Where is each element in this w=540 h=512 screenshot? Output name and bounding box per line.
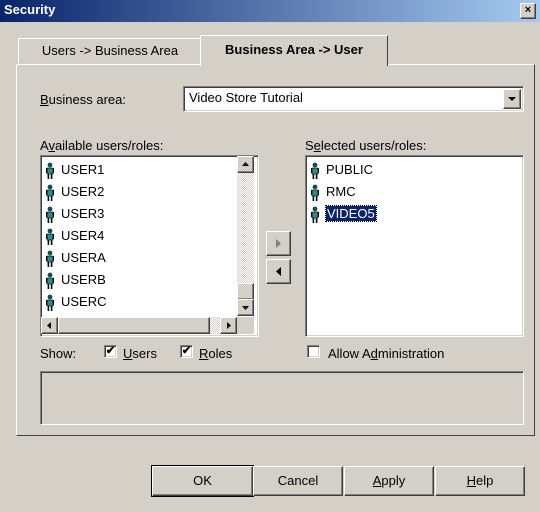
add-button[interactable] bbox=[266, 231, 291, 256]
check-icon: ✔ bbox=[181, 345, 192, 357]
user-icon bbox=[45, 272, 61, 289]
user-icon bbox=[45, 228, 61, 245]
title-bar[interactable] bbox=[0, 0, 540, 22]
list-item[interactable]: USER1 bbox=[45, 159, 104, 181]
list-item-label: USERA bbox=[61, 250, 106, 265]
users-checkbox-label: Users bbox=[123, 346, 157, 361]
apply-button[interactable]: Apply bbox=[344, 466, 434, 496]
selected-label: Selected users/roles: bbox=[305, 138, 427, 153]
list-item-label: USER2 bbox=[61, 184, 105, 199]
close-icon: × bbox=[524, 4, 532, 16]
users-checkbox[interactable]: ✔ bbox=[104, 345, 117, 358]
arrow-down-icon bbox=[242, 306, 249, 310]
window-title: Security bbox=[4, 2, 56, 17]
arrow-right-icon bbox=[227, 322, 231, 329]
list-item-label: RMC bbox=[326, 184, 356, 199]
list-item-label: USERB bbox=[61, 272, 106, 287]
arrow-left-icon bbox=[47, 322, 51, 329]
list-item[interactable]: RMC bbox=[310, 181, 356, 203]
vertical-scrollbar[interactable] bbox=[237, 156, 254, 316]
chevron-down-icon bbox=[508, 97, 516, 101]
user-icon bbox=[45, 184, 61, 201]
scroll-right-button[interactable] bbox=[220, 317, 237, 334]
tab-label: Business Area -> User bbox=[225, 42, 363, 57]
list-item-label: PUBLIC bbox=[326, 162, 373, 177]
arrow-up-icon bbox=[242, 162, 249, 166]
list-item[interactable]: USERB bbox=[45, 269, 106, 291]
user-icon bbox=[45, 162, 61, 179]
horizontal-scrollbar[interactable] bbox=[41, 317, 237, 334]
roles-checkbox[interactable]: ✔ bbox=[180, 345, 193, 358]
scroll-thumb[interactable] bbox=[237, 283, 254, 300]
ok-label: OK bbox=[193, 473, 212, 488]
list-item[interactable]: VIDEO5 bbox=[310, 203, 377, 225]
user-icon bbox=[45, 250, 61, 267]
list-item-label: VIDEO5 bbox=[325, 205, 377, 222]
scroll-left-button[interactable] bbox=[41, 317, 58, 334]
list-item-label: USER4 bbox=[61, 228, 105, 243]
help-button[interactable]: Help bbox=[435, 466, 525, 496]
help-label: Help bbox=[466, 473, 494, 488]
list-item[interactable]: USER4 bbox=[45, 225, 104, 247]
allow-admin-label: Allow Administration bbox=[328, 346, 445, 361]
business-area-label: Business area: bbox=[40, 92, 126, 107]
allow-admin-checkbox[interactable] bbox=[307, 345, 320, 358]
available-label: Available users/roles: bbox=[40, 138, 164, 153]
user-icon bbox=[45, 294, 61, 311]
list-item[interactable]: USERC bbox=[45, 291, 107, 313]
ok-button[interactable]: OK bbox=[151, 465, 254, 497]
list-item[interactable]: USER3 bbox=[45, 203, 104, 225]
scroll-thumb-horizontal[interactable] bbox=[58, 317, 210, 334]
tab-label: Users -> Business Area bbox=[41, 43, 179, 58]
remove-button[interactable] bbox=[266, 259, 291, 284]
list-item-label: USER1 bbox=[61, 162, 105, 177]
available-users-list[interactable]: USER1 USER2 USER3 USER4 USERA USERB USERC bbox=[40, 155, 259, 337]
cancel-label: Cancel bbox=[277, 473, 319, 488]
scrollbar-corner bbox=[237, 317, 254, 334]
cancel-button[interactable]: Cancel bbox=[253, 466, 343, 496]
selected-users-list[interactable]: PUBLIC RMC VIDEO5 bbox=[305, 155, 524, 337]
check-icon: ✔ bbox=[105, 345, 116, 357]
list-item-label: USERC bbox=[61, 294, 107, 309]
scroll-down-button[interactable] bbox=[237, 299, 254, 316]
list-item-label: USER3 bbox=[61, 206, 105, 221]
arrow-right-icon bbox=[276, 239, 281, 248]
show-label: Show: bbox=[40, 346, 77, 361]
business-area-value: Video Store Tutorial bbox=[189, 90, 303, 105]
user-icon bbox=[45, 206, 61, 223]
tab-business-area-to-user[interactable]: Business Area -> User bbox=[200, 35, 388, 66]
dropdown-arrow-button[interactable] bbox=[503, 89, 521, 109]
list-item[interactable]: USERA bbox=[45, 247, 106, 269]
tab-users-to-business-area[interactable]: Users -> Business Area bbox=[18, 38, 202, 63]
apply-label: Apply bbox=[372, 473, 406, 488]
user-icon bbox=[310, 184, 326, 201]
list-item[interactable]: PUBLIC bbox=[310, 159, 373, 181]
close-button[interactable]: × bbox=[520, 3, 536, 19]
list-item[interactable]: USER2 bbox=[45, 181, 104, 203]
description-box bbox=[40, 371, 524, 425]
scroll-up-button[interactable] bbox=[237, 156, 254, 173]
business-area-dropdown[interactable]: Video Store Tutorial bbox=[183, 86, 524, 112]
arrow-left-icon bbox=[276, 267, 281, 276]
user-icon bbox=[310, 206, 326, 223]
roles-checkbox-label: Roles bbox=[199, 346, 233, 361]
user-icon bbox=[310, 162, 326, 179]
